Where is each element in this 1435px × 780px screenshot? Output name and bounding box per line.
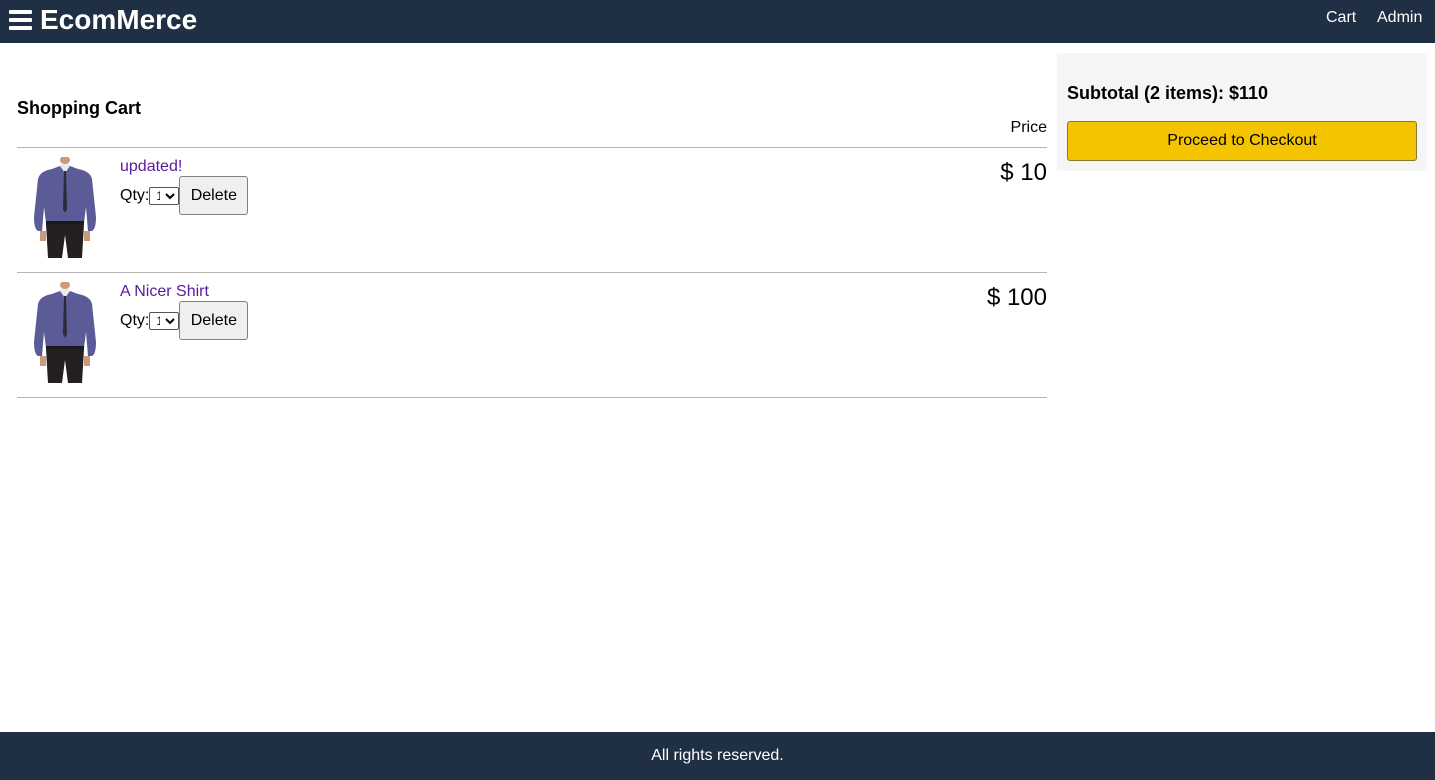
divider <box>17 397 1047 398</box>
footer-text: All rights reserved. <box>651 747 784 764</box>
quantity-select[interactable]: 1 <box>149 311 180 330</box>
quantity-row: Qty: 1 Delete <box>120 176 249 215</box>
item-price: $ 100 <box>986 284 1047 311</box>
delete-button[interactable]: Delete <box>179 176 249 215</box>
nav-cart-link[interactable]: Cart <box>1326 9 1356 27</box>
brand-logo-link[interactable]: EcomMerce <box>40 4 197 36</box>
quantity-select[interactable]: 1 <box>149 186 180 205</box>
divider <box>17 147 1047 148</box>
product-image[interactable] <box>30 282 100 383</box>
footer: All rights reserved. <box>0 732 1435 780</box>
product-name-link[interactable]: A Nicer Shirt <box>120 283 209 301</box>
page-title: Shopping Cart <box>17 98 141 118</box>
order-summary-panel: Subtotal (2 items): $110 Proceed to Chec… <box>1057 53 1427 171</box>
top-navbar: EcomMerce Cart Admin <box>0 0 1435 43</box>
subtotal-text: Subtotal (2 items): $110 <box>1067 83 1269 103</box>
qty-label: Qty: <box>120 186 150 204</box>
divider <box>17 272 1047 273</box>
quantity-row: Qty: 1 Delete <box>120 301 249 340</box>
qty-label: Qty: <box>120 311 150 329</box>
product-name-link[interactable]: updated! <box>120 158 182 176</box>
hamburger-menu-icon[interactable] <box>9 9 32 31</box>
item-price: $ 10 <box>1000 159 1047 186</box>
price-column-header: Price <box>1010 119 1047 136</box>
product-image[interactable] <box>30 157 100 258</box>
nav-admin-link[interactable]: Admin <box>1377 9 1422 27</box>
proceed-to-checkout-button[interactable]: Proceed to Checkout <box>1067 121 1417 161</box>
delete-button[interactable]: Delete <box>179 301 249 340</box>
